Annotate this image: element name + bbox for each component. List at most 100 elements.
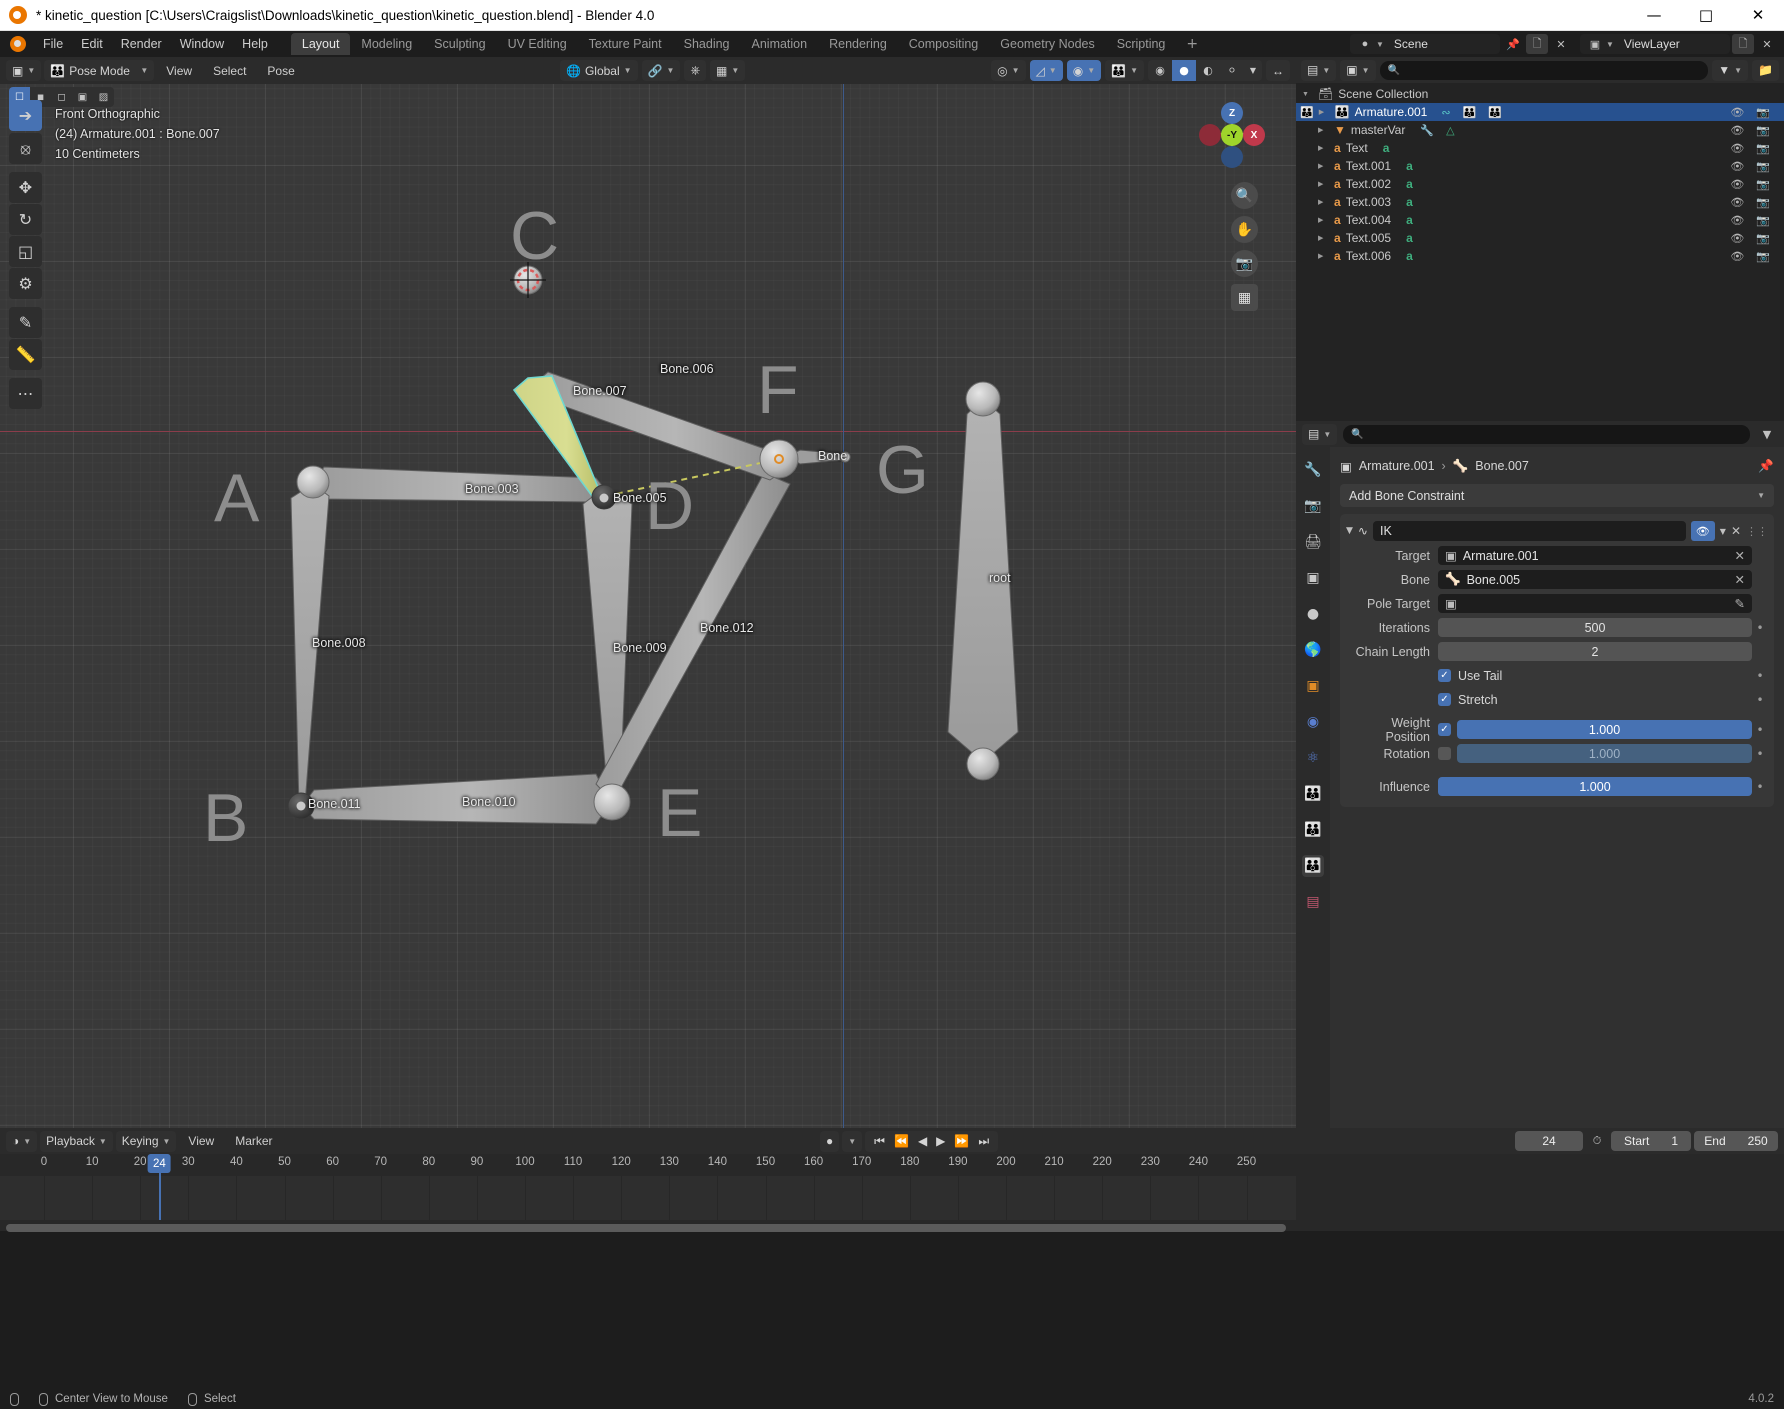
disable-in-renders-icon[interactable]: 📷 (1756, 124, 1770, 137)
timeline-ruler[interactable]: 0 10 20 30 40 50 60 70 80 90 100 110 120 130 140 150 160… (0, 1154, 1296, 1176)
constraint-extras-chevron-icon[interactable]: ▼ (1720, 527, 1726, 536)
remove-viewlayer-icon[interactable]: ✕ (1756, 34, 1778, 54)
weight-position-checkbox[interactable]: ✓ (1438, 723, 1451, 736)
hide-in-viewport-icon[interactable]: 👁 (1730, 196, 1744, 209)
hide-in-viewport-icon[interactable]: 👁 (1730, 142, 1744, 155)
outliner-row-text-006[interactable]: ▶ a Text.006 a 👁 📷 (1296, 247, 1784, 265)
target-field[interactable]: ▣ Armature.001 ✕ (1438, 546, 1752, 565)
tool-rotate[interactable]: ↻ (9, 204, 42, 235)
add-workspace-button[interactable]: + (1176, 34, 1208, 54)
blender-menu-icon[interactable] (10, 36, 26, 52)
bone-field[interactable]: 🦴 Bone.005 ✕ (1438, 570, 1752, 589)
menu-window[interactable]: Window (171, 34, 233, 54)
armature-data-icon[interactable]: ∾ (1441, 106, 1450, 119)
keying-menu[interactable]: Keying ▼ (115, 1130, 177, 1152)
breadcrumb-bone-label[interactable]: Bone.007 (1475, 459, 1529, 473)
tool-transform[interactable]: ⚙ (9, 268, 42, 299)
outliner-display-mode-selector[interactable]: ▣ ▼ (1340, 59, 1376, 81)
constraint-enable-toggle[interactable]: 👁 (1690, 521, 1715, 541)
playhead-frame-label[interactable]: 24 (148, 1154, 171, 1173)
navigation-gizmo[interactable]: Z X -Y (1199, 102, 1265, 168)
stretch-checkbox[interactable]: ✓ (1438, 693, 1451, 706)
clear-bone-icon[interactable]: ✕ (1735, 572, 1745, 587)
viewport-menu-select[interactable]: Select (204, 62, 255, 80)
viewport-shading-extra[interactable]: 👪 ▼ (1105, 60, 1144, 81)
rotation-animate-dot[interactable]: • (1752, 747, 1768, 761)
disable-in-renders-icon[interactable]: 📷 (1756, 232, 1770, 245)
add-bone-constraint-dropdown[interactable]: Add Bone Constraint ▼ (1340, 484, 1774, 507)
select-invert-mode-button[interactable]: ▣ (72, 87, 93, 107)
modifier-icon[interactable]: 🔧 (1420, 124, 1434, 137)
hide-in-viewport-icon[interactable]: 👁 (1730, 250, 1744, 263)
jump-to-end-icon[interactable]: ⏭ (978, 1134, 989, 1149)
pole-target-field[interactable]: ▣ ✎ (1438, 594, 1752, 613)
start-frame-field[interactable]: Start 1 (1611, 1131, 1691, 1151)
constraint-name-input[interactable]: IK (1372, 521, 1686, 541)
pin-id-icon[interactable]: 📌 (1758, 459, 1774, 474)
disclosure-triangle-icon[interactable]: ▶ (1318, 144, 1329, 152)
outliner-editor-type-selector[interactable]: ▤ ▼ (1301, 59, 1337, 81)
hide-in-viewport-icon[interactable]: 👁 (1730, 160, 1744, 173)
viewport-menu-view[interactable]: View (157, 62, 201, 80)
viewport-expand-button[interactable]: ↔ (1266, 60, 1290, 81)
tab-world[interactable]: 🌎 (1302, 639, 1324, 661)
hide-in-viewport-icon[interactable]: 👁 (1730, 106, 1744, 119)
scene-selector[interactable]: ● ▼ Scene (1350, 34, 1500, 54)
panel-collapse-chevron-icon[interactable]: ▼ (1346, 526, 1353, 536)
shading-options-chevron[interactable]: ▼ (1244, 60, 1262, 81)
jump-to-start-icon[interactable]: ⏮ (874, 1134, 885, 1149)
use-tail-animate-dot[interactable]: • (1752, 669, 1768, 683)
hide-in-viewport-icon[interactable]: 👁 (1730, 178, 1744, 191)
stretch-animate-dot[interactable]: • (1752, 693, 1768, 707)
influence-animate-dot[interactable]: • (1752, 780, 1768, 794)
tab-object-constraints[interactable]: 👪 (1302, 783, 1324, 805)
xray-toggle[interactable]: ◉ ▼ (1066, 60, 1102, 81)
material-shading-button[interactable]: ◐ (1196, 60, 1220, 81)
rotation-checkbox[interactable] (1438, 747, 1451, 760)
weight-position-animate-dot[interactable]: • (1752, 723, 1768, 737)
camera-view-icon[interactable]: 📷 (1231, 250, 1258, 277)
pan-hand-icon[interactable]: ✋ (1231, 216, 1258, 243)
pin-scene-icon[interactable]: 📌 (1502, 34, 1524, 54)
play-icon[interactable]: ▶ (936, 1134, 945, 1148)
tab-sculpting[interactable]: Sculpting (423, 33, 496, 55)
snap-toggle[interactable]: 🔗 ▼ (641, 60, 681, 81)
new-collection-button[interactable]: 📁 (1752, 59, 1779, 81)
disable-in-renders-icon[interactable]: 📷 (1756, 214, 1770, 227)
tab-modifiers[interactable]: ◉ (1302, 711, 1324, 733)
disclosure-triangle-icon[interactable]: ▶ (1319, 108, 1330, 116)
outliner-filter-button[interactable]: ▼ ▼ (1712, 59, 1749, 81)
tab-shading[interactable]: Shading (673, 33, 741, 55)
timeline-horizontal-scrollbar[interactable] (6, 1224, 1286, 1232)
hide-in-viewport-icon[interactable]: 👁 (1730, 214, 1744, 227)
editor-type-selector[interactable]: ▣ ▼ (6, 60, 42, 81)
tab-uv-editing[interactable]: UV Editing (497, 33, 578, 55)
outliner-row-text-002[interactable]: ▶ a Text.002 a 👁 📷 (1296, 175, 1784, 193)
minimize-button[interactable]: — (1628, 0, 1680, 31)
timeline-menu-view[interactable]: View (179, 1132, 223, 1150)
menu-help[interactable]: Help (233, 34, 277, 54)
tab-modeling[interactable]: Modeling (350, 33, 423, 55)
outliner-row-text-001[interactable]: ▶ a Text.001 a 👁 📷 (1296, 157, 1784, 175)
outliner-row-mastervar[interactable]: ▶ ▼ masterVar 🔧 △ 👁 📷 (1296, 121, 1784, 139)
font-data-icon[interactable]: a (1406, 195, 1413, 209)
current-frame-field[interactable]: 24 (1515, 1131, 1583, 1151)
rotation-value[interactable]: 1.000 (1457, 744, 1752, 763)
timeline-track-area[interactable] (0, 1176, 1296, 1220)
clear-target-icon[interactable]: ✕ (1735, 548, 1745, 563)
disclosure-triangle-icon[interactable]: ▶ (1318, 162, 1329, 170)
tab-scripting[interactable]: Scripting (1106, 33, 1177, 55)
mesh-data-icon[interactable]: △ (1446, 124, 1454, 137)
tool-cursor[interactable]: ⦻ (9, 133, 42, 164)
disable-in-renders-icon[interactable]: 📷 (1756, 160, 1770, 173)
3d-viewport[interactable]: A B C D E F G Bone.003 Bone.005 Bone.006… (0, 84, 1296, 1128)
viewport-menu-pose[interactable]: Pose (258, 62, 303, 80)
properties-search-input[interactable]: 🔍 (1343, 424, 1750, 444)
disclosure-triangle-icon[interactable]: ▶ (1318, 198, 1329, 206)
select-intersect-mode-button[interactable]: ▨ (93, 87, 114, 107)
tool-scale[interactable]: ◱ (9, 236, 42, 267)
outliner-row-text-004[interactable]: ▶ a Text.004 a 👁 📷 (1296, 211, 1784, 229)
maximize-button[interactable]: □ (1680, 0, 1732, 31)
close-button[interactable]: ✕ (1732, 0, 1784, 31)
auto-keying-options[interactable]: ▼ (842, 1130, 863, 1152)
